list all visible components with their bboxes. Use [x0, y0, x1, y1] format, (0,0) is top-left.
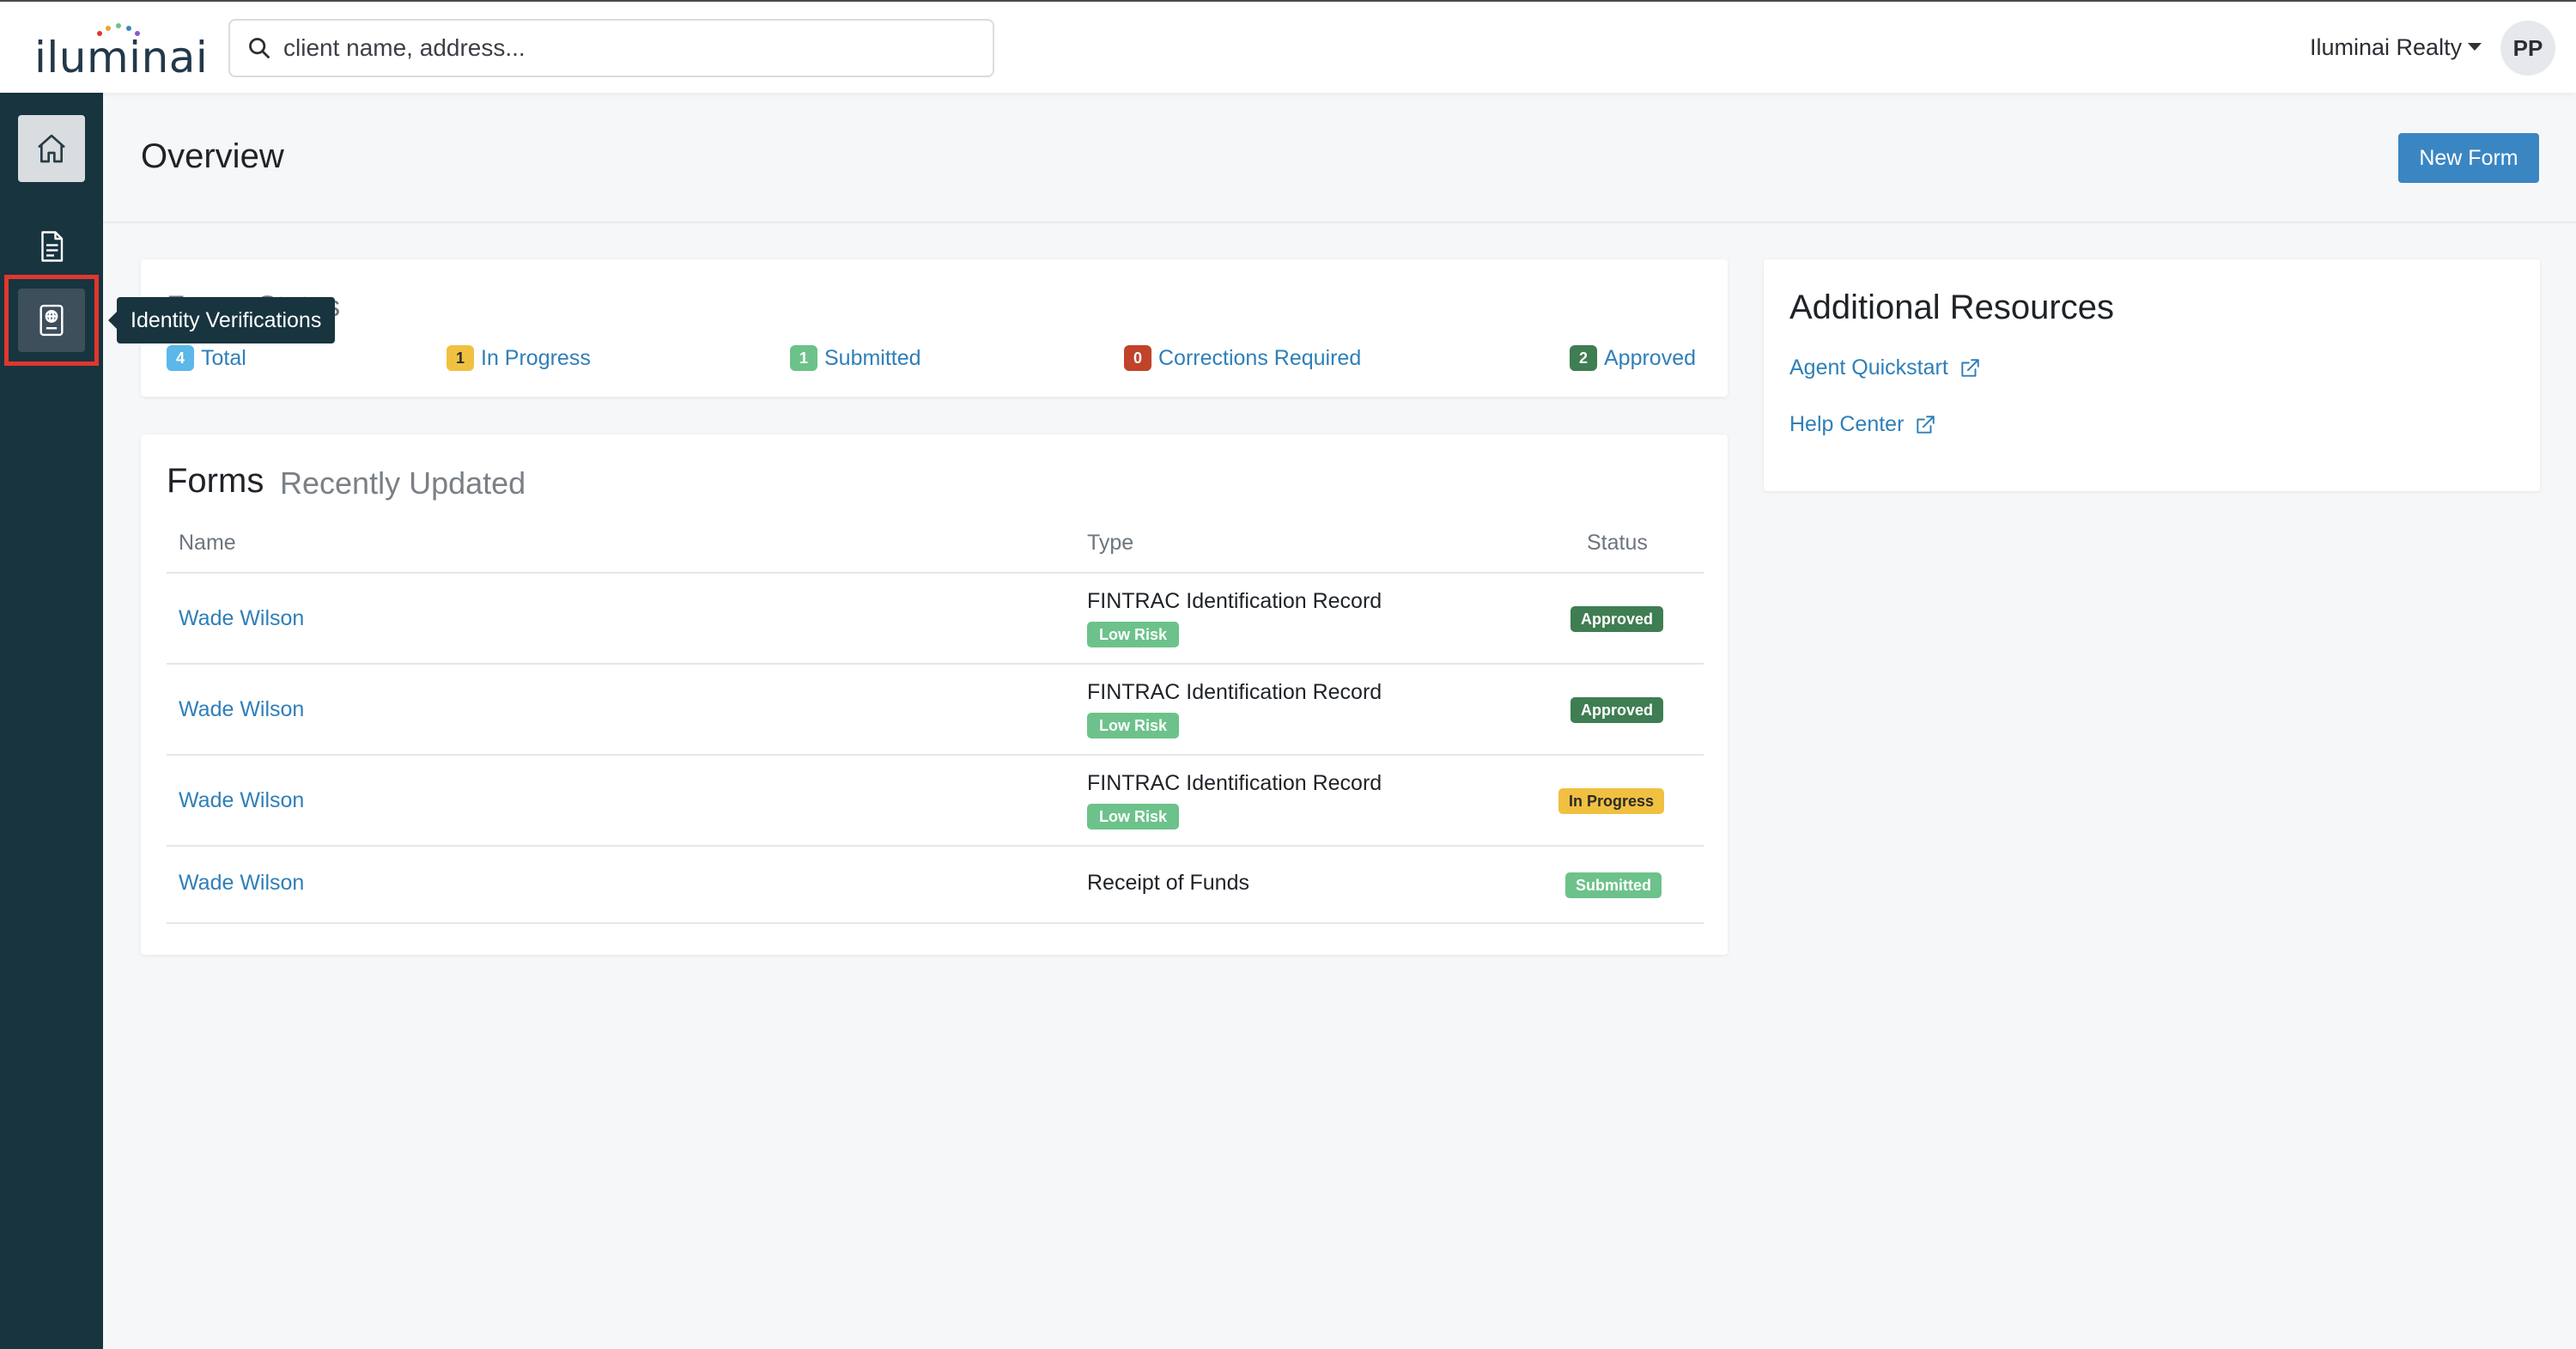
id-card-icon	[39, 304, 64, 337]
sidebar	[0, 93, 103, 1349]
chevron-down-icon[interactable]	[2468, 43, 2482, 51]
help-center-link[interactable]: Help Center	[1789, 412, 1936, 437]
search-icon	[249, 38, 270, 58]
table-row[interactable]: Wade Wilson FINTRAC Identification Recor…	[167, 663, 1704, 754]
column-header-name: Name	[179, 531, 236, 555]
sidebar-item-identity-verifications[interactable]	[18, 289, 85, 352]
page-header	[103, 93, 2576, 223]
additional-resources-card: Additional Resources Agent Quickstart He…	[1764, 259, 2540, 491]
agent-quickstart-link[interactable]: Agent Quickstart	[1789, 355, 1981, 380]
column-header-type: Type	[1087, 531, 1134, 555]
risk-badge: Low Risk	[1087, 622, 1180, 647]
form-type: Receipt of Funds	[1087, 871, 1249, 895]
resources-card-title: Additional Resources	[1789, 289, 2114, 326]
stat-corrections-required[interactable]: 0 Corrections Required	[1124, 345, 1361, 371]
stat-label: Total	[201, 345, 246, 370]
table-bottom-divider	[167, 922, 1704, 924]
status-badge: Approved	[1571, 606, 1664, 632]
external-link-icon	[1961, 358, 1979, 377]
client-name-link[interactable]: Wade Wilson	[179, 606, 304, 631]
new-form-button[interactable]: New Form	[2398, 133, 2539, 183]
org-switcher[interactable]: Iluminai Realty	[2310, 34, 2462, 61]
stat-count: 0	[1124, 345, 1151, 371]
sidebar-item-home[interactable]	[18, 115, 85, 182]
external-link-icon	[1917, 415, 1935, 434]
stat-label: In Progress	[481, 345, 591, 370]
logo-text: iluminai	[34, 33, 209, 82]
forms-card: Forms Recently Updated Name Type Status …	[141, 434, 1728, 955]
status-badge: In Progress	[1558, 788, 1665, 814]
avatar[interactable]: PP	[2500, 21, 2555, 76]
stat-label: Corrections Required	[1158, 345, 1362, 370]
table-row[interactable]: Wade Wilson FINTRAC Identification Recor…	[167, 572, 1704, 663]
stat-approved[interactable]: 2 Approved	[1570, 345, 1696, 371]
table-row[interactable]: Wade Wilson FINTRAC Identification Recor…	[167, 754, 1704, 845]
sidebar-item-forms[interactable]	[31, 226, 72, 267]
status-badge: Submitted	[1565, 872, 1662, 898]
page-title: Overview	[141, 137, 284, 175]
search-input[interactable]	[282, 27, 972, 69]
form-type: FINTRAC Identification Record	[1087, 589, 1382, 613]
stat-count: 1	[790, 345, 817, 371]
sidebar-tooltip: Identity Verifications	[107, 297, 336, 343]
stat-count: 4	[167, 345, 194, 371]
table-row[interactable]: Wade Wilson Receipt of Funds Submitted	[167, 845, 1704, 924]
risk-badge: Low Risk	[1087, 713, 1180, 738]
forms-card-title: Forms	[167, 462, 264, 500]
form-type: FINTRAC Identification Record	[1087, 680, 1382, 704]
home-icon	[38, 134, 65, 163]
link-label: Help Center	[1789, 412, 1905, 436]
client-name-link[interactable]: Wade Wilson	[179, 697, 304, 722]
forms-status-card: Forms Status 4 Total 1 In Progress 1 Sub…	[141, 259, 1728, 397]
stat-label: Approved	[1604, 345, 1697, 370]
stat-in-progress[interactable]: 1 In Progress	[447, 345, 591, 371]
column-header-status: Status	[1587, 531, 1648, 555]
document-icon	[41, 231, 64, 262]
client-name-link[interactable]: Wade Wilson	[179, 871, 304, 896]
top-bar: iluminai Iluminai Realty PP	[0, 0, 2576, 93]
stat-label: Submitted	[824, 345, 921, 370]
stat-total[interactable]: 4 Total	[167, 345, 246, 371]
stat-count: 1	[447, 345, 474, 371]
link-label: Agent Quickstart	[1789, 355, 1948, 380]
form-type: FINTRAC Identification Record	[1087, 771, 1382, 795]
search-box[interactable]	[228, 19, 994, 77]
stat-submitted[interactable]: 1 Submitted	[790, 345, 921, 371]
forms-card-subtitle: Recently Updated	[280, 465, 526, 501]
risk-badge: Low Risk	[1087, 804, 1180, 829]
stat-count: 2	[1570, 345, 1597, 371]
client-name-link[interactable]: Wade Wilson	[179, 788, 304, 813]
status-badge: Approved	[1571, 697, 1664, 723]
logo[interactable]: iluminai	[34, 22, 208, 82]
